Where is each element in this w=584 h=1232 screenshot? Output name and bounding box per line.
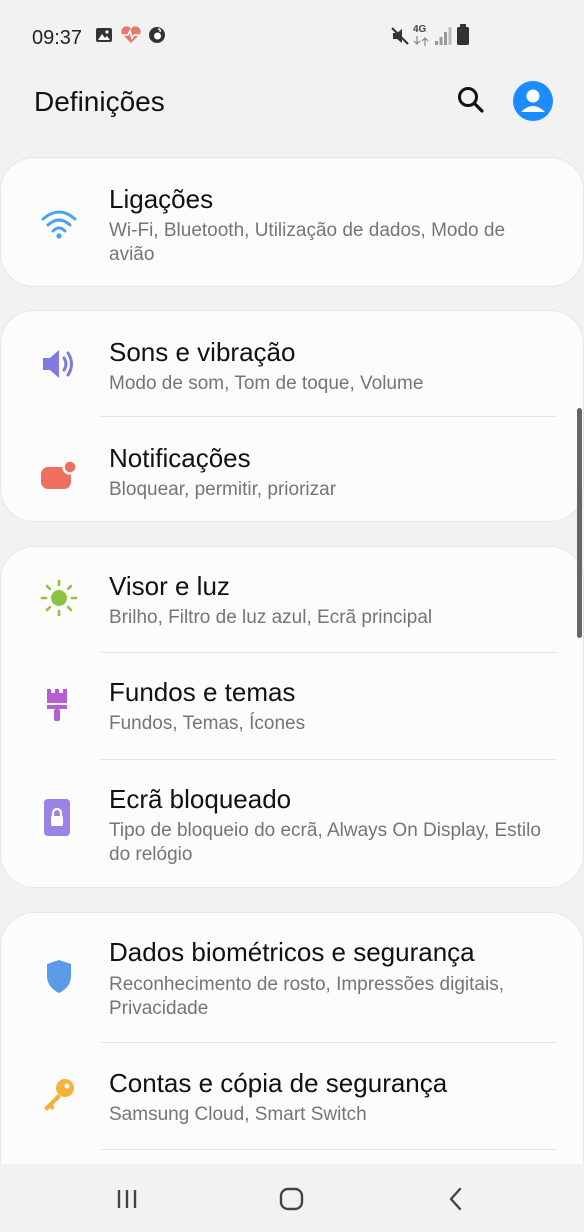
settings-item-accounts-backup[interactable]: Contas e cópia de segurança Samsung Clou… [1,1042,583,1149]
navigation-bar [0,1164,584,1232]
settings-item-subtitle: Samsung Cloud, Smart Switch [109,1104,367,1125]
key-icon [44,1079,74,1111]
shield-icon [47,960,71,993]
card-sounds-notifications: Sons e vibração Modo de som, Tom de toqu… [0,310,584,522]
network-label: 4G [413,24,427,35]
speaker-icon [43,350,73,378]
sun-icon [40,579,78,617]
settings-item-title: Ecrã bloqueado [109,784,292,814]
header: Definições [0,74,584,144]
settings-item-subtitle: Tipo de bloqueio do ecrã, Always On Disp… [109,820,541,865]
vodafone-icon [149,27,165,43]
settings-item-title: Visor e luz [109,571,230,601]
gallery-icon [96,28,112,42]
settings-item-lock-screen[interactable]: Ecrã bloqueado Tipo de bloqueio do ecrã,… [1,760,583,887]
mute-icon [391,27,409,45]
settings-item-title: Sons e vibração [109,337,296,367]
settings-item-title: Notificações [109,443,251,473]
settings-item-title: Dados biométricos e segurança [109,937,475,967]
network-4g-icon [413,36,429,46]
settings-item-subtitle: Brilho, Filtro de luz azul, Ecrã princip… [109,607,433,628]
settings-item-connections[interactable]: Ligações Wi-Fi, Bluetooth, Utilização de… [1,158,583,286]
settings-item-subtitle: Bloquear, permitir, priorizar [109,479,337,500]
battery-icon [457,24,469,45]
health-icon [121,26,141,43]
settings-item-title: Fundos e temas [109,677,296,707]
card-display-themes-lock: Visor e luz Brilho, Filtro de luz azul, … [0,546,584,888]
status-bar: 09:37 4G [0,0,584,74]
card-connections: Ligações Wi-Fi, Bluetooth, Utilização de… [0,157,584,287]
settings-item-subtitle: Reconhecimento de rosto, Impressões digi… [109,974,504,1019]
home-icon[interactable] [277,1184,307,1214]
status-time: 09:37 [32,27,83,49]
settings-item-notifications[interactable]: Notificações Bloquear, permitir, prioriz… [1,417,583,521]
settings-item-display[interactable]: Visor e luz Brilho, Filtro de luz azul, … [1,547,583,653]
paintbrush-icon [47,689,67,721]
settings-item-sounds[interactable]: Sons e vibração Modo de som, Tom de toqu… [1,311,583,417]
settings-item-wallpapers-themes[interactable]: Fundos e temas Fundos, Temas, Ícones [1,653,583,760]
divider [101,1149,557,1150]
recents-icon[interactable] [113,1184,143,1214]
notification-icon [41,459,78,489]
lock-screen-icon [44,799,70,836]
settings-item-subtitle: Modo de som, Tom de toque, Volume [109,373,424,394]
back-icon[interactable] [441,1184,471,1214]
settings-item-title: Contas e cópia de segurança [109,1068,448,1098]
wifi-icon [41,210,77,239]
scrollbar[interactable] [577,408,582,638]
settings-item-biometrics-security[interactable]: Dados biométricos e segurança Reconhecim… [1,913,583,1042]
signal-icon [435,27,452,45]
account-icon[interactable] [512,80,554,122]
settings-item-subtitle: Fundos, Temas, Ícones [109,713,306,734]
search-icon[interactable] [455,84,487,116]
page-title: Definições [34,86,165,117]
settings-item-title: Ligações [109,184,214,214]
settings-item-subtitle: Wi-Fi, Bluetooth, Utilização de dados, M… [109,220,506,265]
card-security-accounts: Dados biométricos e segurança Reconhecim… [0,912,584,1192]
